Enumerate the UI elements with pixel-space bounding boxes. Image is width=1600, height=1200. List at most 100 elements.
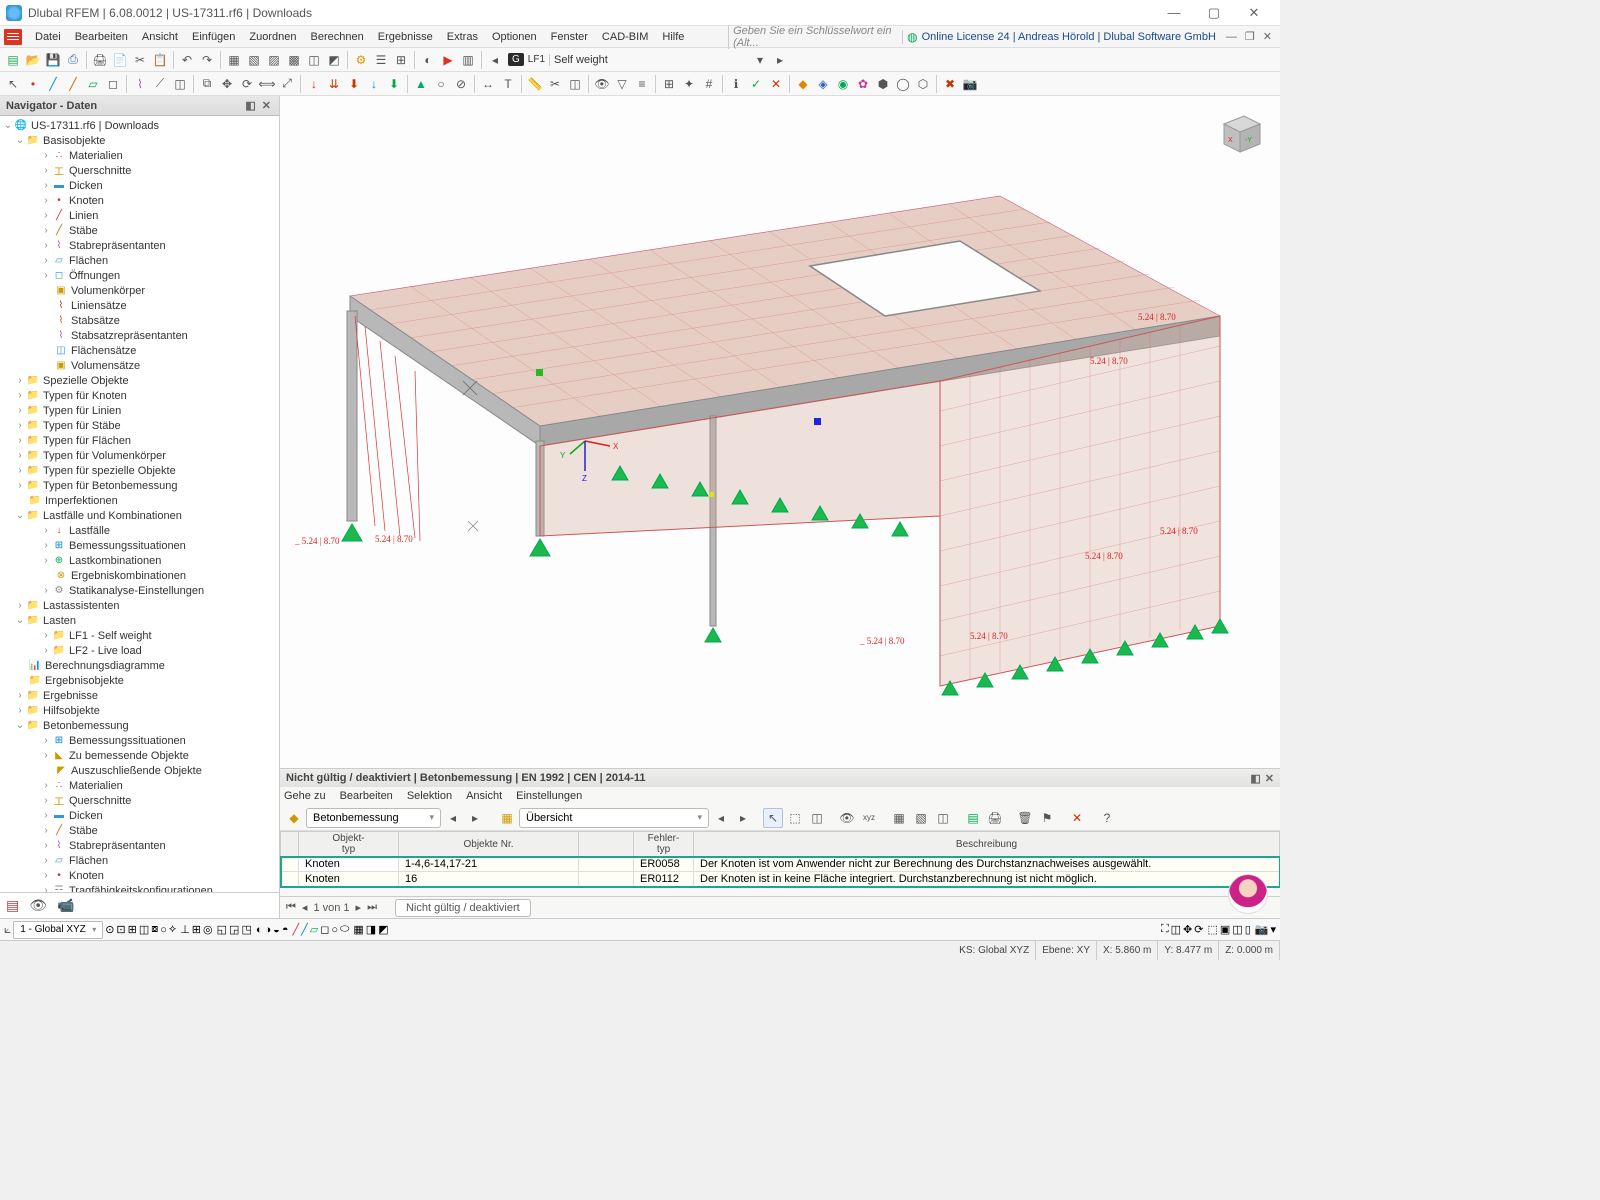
cs-combo[interactable]: 1 - Global XYZ▾ bbox=[13, 921, 103, 939]
tree-item[interactable]: ›↓Lastfälle bbox=[0, 523, 279, 538]
results-table[interactable]: Objekt- typ Objekte Nr. Fehler- typ Besc… bbox=[280, 831, 1280, 896]
tree-beton[interactable]: ⌄📁Betonbemessung bbox=[0, 718, 279, 733]
menu-ansicht2[interactable]: Ansicht bbox=[466, 790, 502, 802]
surfaceset-icon[interactable]: ◫ bbox=[171, 75, 189, 93]
table-row[interactable]: Knoten 1-4,6-14,17-21 ER0058 Der Knoten … bbox=[281, 857, 1280, 872]
pager-prev-icon[interactable]: ◂ bbox=[302, 901, 308, 914]
menu-datei[interactable]: Datei bbox=[28, 31, 68, 43]
tree-lfk[interactable]: ⌄📁Lastfälle und Kombinationen bbox=[0, 508, 279, 523]
tree-item[interactable]: ›⌇Stabrepräsentanten bbox=[0, 838, 279, 853]
doc-close-button[interactable]: ✕ bbox=[1259, 30, 1276, 43]
snap6-icon[interactable]: ○ bbox=[160, 924, 167, 936]
tree-item[interactable]: ›⊞Bemessungssituationen bbox=[0, 733, 279, 748]
number-icon[interactable]: # bbox=[700, 75, 718, 93]
view-combo[interactable]: Übersicht▾ bbox=[519, 808, 709, 828]
th-objnr[interactable]: Objekte Nr. bbox=[399, 832, 579, 857]
load3-icon[interactable]: ⬇ bbox=[345, 75, 363, 93]
menu-einfuegen[interactable]: Einfügen bbox=[185, 31, 242, 43]
layers2-icon[interactable]: ≡ bbox=[633, 75, 651, 93]
new-file-icon[interactable]: ▤ bbox=[4, 51, 22, 69]
error-icon[interactable]: ✕ bbox=[767, 75, 785, 93]
layers-icon[interactable]: ☰ bbox=[372, 51, 390, 69]
flag-icon[interactable]: ⚑ bbox=[1037, 808, 1057, 828]
filter2-icon[interactable]: ⬚ bbox=[785, 808, 805, 828]
tree-root[interactable]: ⌄🌐US-17311.rf6 | Downloads bbox=[0, 118, 279, 133]
menu-cadbim[interactable]: CAD-BIM bbox=[595, 31, 655, 43]
tree-item[interactable]: ›📁Typen für spezielle Objekte bbox=[0, 463, 279, 478]
prev-icon[interactable]: ◂ bbox=[443, 808, 463, 828]
tree-item[interactable]: ›📁Typen für Volumenkörper bbox=[0, 448, 279, 463]
tree-item[interactable]: ›⊕Lastkombinationen bbox=[0, 553, 279, 568]
tree-item[interactable]: ›∴Materialien bbox=[0, 148, 279, 163]
tree-item[interactable]: ›•Knoten bbox=[0, 868, 279, 883]
panel-close-icon[interactable]: ✕ bbox=[1265, 772, 1274, 785]
snap3-icon[interactable]: ⊞ bbox=[128, 923, 137, 936]
cam-list-icon[interactable]: ▾ bbox=[1270, 923, 1276, 936]
line-icon[interactable]: ╱ bbox=[44, 75, 62, 93]
snap5-icon[interactable]: ⧇ bbox=[151, 923, 158, 936]
vis2-icon[interactable]: ◑ bbox=[265, 924, 272, 936]
calc-icon[interactable]: ⚙ bbox=[352, 51, 370, 69]
section-icon[interactable]: ✂ bbox=[546, 75, 564, 93]
axis3d-icon[interactable]: ⟀ bbox=[4, 922, 11, 937]
menu-zuordnen[interactable]: Zuordnen bbox=[242, 31, 303, 43]
cam-save-icon[interactable]: 📷 bbox=[1255, 923, 1269, 936]
lineset-icon[interactable]: ⌇ bbox=[131, 75, 149, 93]
addon3-icon[interactable]: ◉ bbox=[834, 75, 852, 93]
draw1-icon[interactable]: ╱ bbox=[292, 923, 299, 936]
trash-icon[interactable]: 🗑 bbox=[1015, 808, 1035, 828]
orbit-icon[interactable]: ⟳ bbox=[1194, 923, 1203, 936]
overview-icon[interactable]: ▦ bbox=[497, 808, 517, 828]
doc-minimize-button[interactable]: — bbox=[1222, 31, 1241, 43]
tree-item[interactable]: ›📁LF1 - Self weight bbox=[0, 628, 279, 643]
addon7-icon[interactable]: ⬡ bbox=[914, 75, 932, 93]
tree-item[interactable]: ›📁Ergebnisse bbox=[0, 688, 279, 703]
redo-icon[interactable]: ↷ bbox=[198, 51, 216, 69]
tree-item[interactable]: ⌇Liniensätze bbox=[0, 298, 279, 313]
th-beschr[interactable]: Beschreibung bbox=[694, 832, 1280, 857]
panel-close-icon[interactable]: ✕ bbox=[260, 99, 273, 112]
obj-snap-icon[interactable]: ◎ bbox=[203, 923, 213, 936]
tree-basis[interactable]: ⌄📁Basisobjekte bbox=[0, 133, 279, 148]
rotate-icon[interactable]: ⟳ bbox=[238, 75, 256, 93]
load1-icon[interactable]: ↓ bbox=[305, 75, 323, 93]
grid-snap-icon[interactable]: ⊞ bbox=[192, 923, 201, 936]
dim-icon[interactable]: ↔ bbox=[479, 75, 497, 93]
draw2-icon[interactable]: ╱ bbox=[301, 923, 308, 936]
workplane2-icon[interactable]: ◲ bbox=[229, 923, 239, 936]
tree-item[interactable]: ›╱Stäbe bbox=[0, 223, 279, 238]
tree-item[interactable]: ›▬Dicken bbox=[0, 808, 279, 823]
mirror-icon[interactable]: ⟺ bbox=[258, 75, 276, 93]
menu-selektion[interactable]: Selektion bbox=[407, 790, 452, 802]
grid-icon[interactable]: ⊞ bbox=[392, 51, 410, 69]
tree-item[interactable]: ›工Querschnitte bbox=[0, 793, 279, 808]
report-icon[interactable]: 📄 bbox=[111, 51, 129, 69]
tree-item[interactable]: ›╱Stäbe bbox=[0, 823, 279, 838]
hinge-icon[interactable]: ○ bbox=[432, 75, 450, 93]
tree-item[interactable]: ›📁Typen für Flächen bbox=[0, 433, 279, 448]
tree-item[interactable]: ›⌇Stabrepräsentanten bbox=[0, 238, 279, 253]
addon1-icon[interactable]: ◆ bbox=[794, 75, 812, 93]
pager-next-icon[interactable]: ▸ bbox=[356, 901, 362, 914]
measure-icon[interactable]: 📏 bbox=[526, 75, 544, 93]
clip-icon[interactable]: ◫ bbox=[566, 75, 584, 93]
menu-extras[interactable]: Extras bbox=[440, 31, 485, 43]
menu-hilfe[interactable]: Hilfe bbox=[655, 31, 691, 43]
tree-item[interactable]: 📁Imperfektionen bbox=[0, 493, 279, 508]
loadcase-name[interactable]: Self weight bbox=[549, 54, 749, 66]
tree-item[interactable]: ›•Knoten bbox=[0, 193, 279, 208]
menu-optionen[interactable]: Optionen bbox=[485, 31, 544, 43]
display-icon[interactable]: 👁 bbox=[593, 75, 611, 93]
load5-icon[interactable]: ⬇ bbox=[385, 75, 403, 93]
tree-item[interactable]: ›📁Lastassistenten bbox=[0, 598, 279, 613]
snap2-icon[interactable]: ⊡ bbox=[116, 923, 125, 936]
wizard-icon[interactable]: ✦ bbox=[680, 75, 698, 93]
tree-item[interactable]: ›📁Typen für Betonbemessung bbox=[0, 478, 279, 493]
view1-icon[interactable]: ▦ bbox=[225, 51, 243, 69]
move-icon[interactable]: ✥ bbox=[218, 75, 236, 93]
draw6-icon[interactable]: ⬭ bbox=[340, 923, 349, 936]
view5-icon[interactable]: ◫ bbox=[305, 51, 323, 69]
opening-icon[interactable]: ◻ bbox=[104, 75, 122, 93]
menu-bearbeiten2[interactable]: Bearbeiten bbox=[340, 790, 393, 802]
view4-icon[interactable]: ▩ bbox=[285, 51, 303, 69]
